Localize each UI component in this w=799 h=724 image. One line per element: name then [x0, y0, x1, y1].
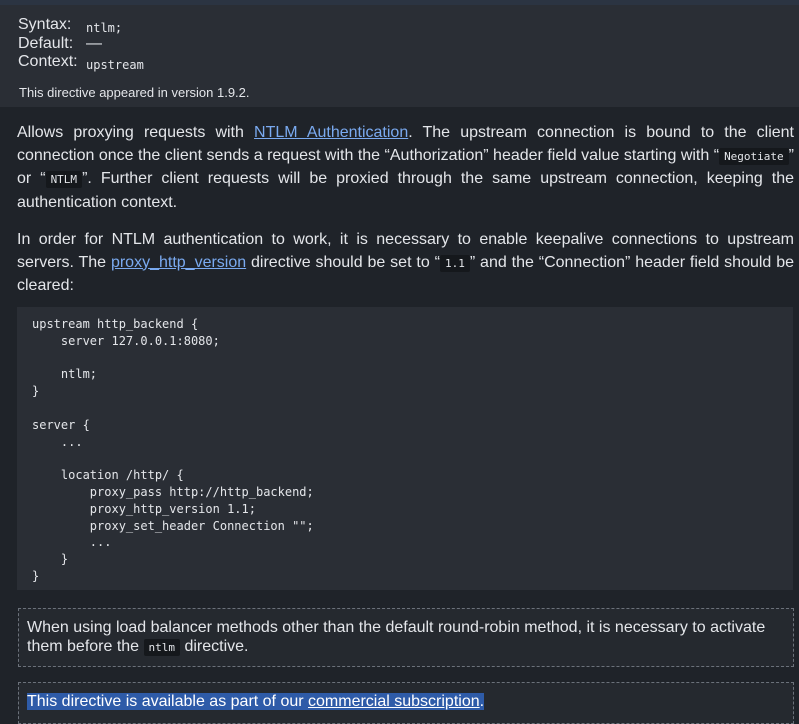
version-note: This directive appeared in version 1.9.2… — [19, 85, 250, 100]
note-text: This directive is available as part of o… — [27, 692, 485, 711]
context-row: Context: — [18, 53, 78, 71]
text: ”. Further client requests will be proxi… — [17, 170, 795, 211]
syntax-value: ntlm; — [86, 21, 123, 35]
note-text: When using load balancer methods other t… — [27, 618, 787, 657]
description-paragraph-1: Allows proxying requests with NTLM Authe… — [17, 122, 794, 214]
ntlm-code: NTLM — [45, 171, 83, 189]
selected-text: This directive is available as part of o… — [27, 693, 485, 710]
directive-syntax-box: Syntax: ntlm; Default: — Context: upstre… — [0, 5, 799, 107]
code-example-text: upstream http_backend { server 127.0.0.1… — [32, 317, 314, 583]
ntlm-code: ntlm — [143, 639, 181, 656]
version-code: 1.1 — [439, 254, 470, 272]
negotiate-code: Negotiate — [719, 147, 789, 165]
text: This directive is available as part of o… — [27, 693, 309, 710]
default-row: Default: — [18, 35, 73, 53]
proxy-http-version-link[interactable]: proxy_http_version — [111, 254, 246, 271]
ntlm-authentication-link[interactable]: NTLM Authentication — [254, 124, 408, 141]
text: . — [479, 693, 485, 710]
default-label: Default: — [18, 35, 74, 52]
code-example: upstream http_backend { server 127.0.0.1… — [17, 307, 793, 590]
default-value: — — [86, 35, 102, 52]
commercial-subscription-link[interactable]: commercial subscription — [308, 693, 480, 710]
context-value: upstream — [86, 58, 144, 72]
context-label: Context: — [18, 53, 78, 70]
note-load-balancer: When using load balancer methods other t… — [18, 608, 794, 667]
text: directive should be set to “ — [246, 253, 440, 271]
text: directive. — [180, 638, 249, 655]
syntax-row: Syntax: — [18, 16, 71, 34]
text: Allows proxying requests with — [17, 124, 255, 141]
description-paragraph-2: In order for NTLM authentication to work… — [17, 229, 794, 298]
note-commercial: This directive is available as part of o… — [18, 682, 794, 724]
text: When using load balancer methods other t… — [27, 619, 766, 655]
syntax-label: Syntax: — [18, 16, 72, 33]
